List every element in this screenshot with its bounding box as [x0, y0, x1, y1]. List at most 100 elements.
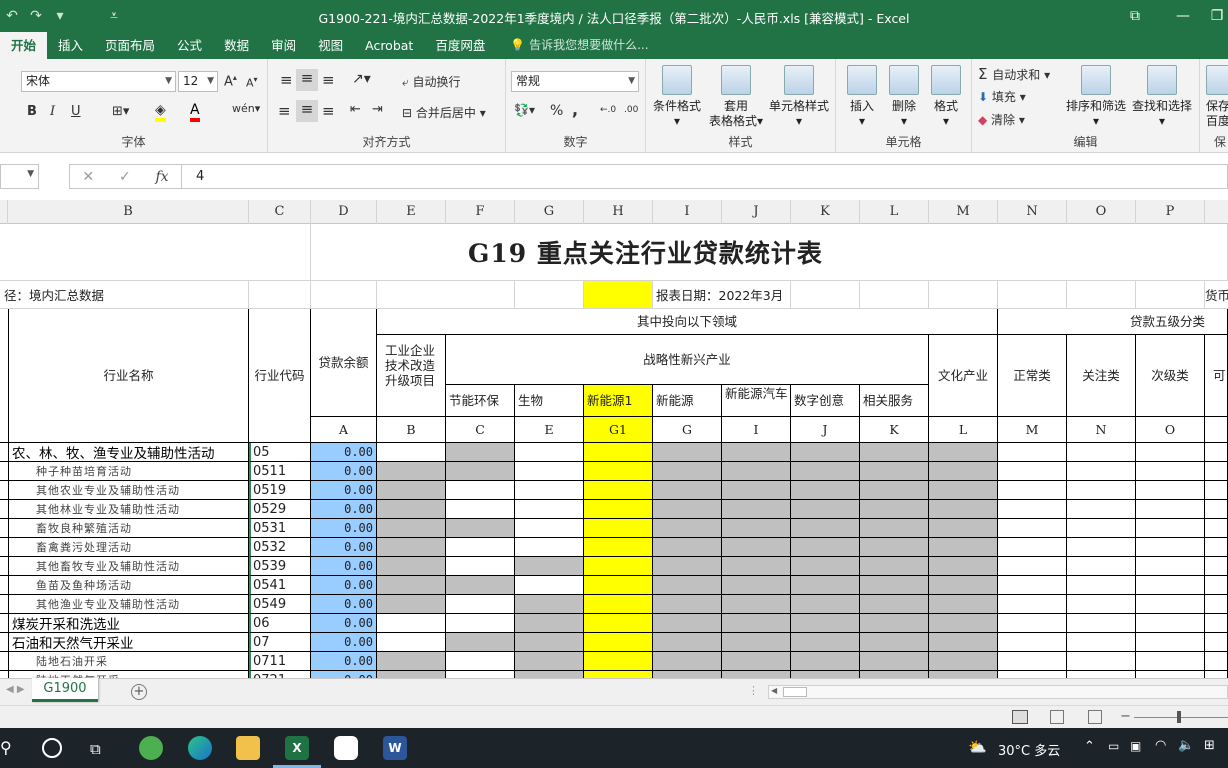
data-cell-e[interactable] — [377, 500, 446, 519]
cell-scope-ef[interactable] — [377, 281, 515, 309]
data-cell-n[interactable] — [998, 538, 1067, 557]
data-cell-h[interactable] — [584, 500, 653, 519]
industry-name-cell[interactable]: 煤炭开采和洗选业 — [9, 614, 249, 633]
data-cell-e[interactable] — [377, 443, 446, 462]
header-new-energy-vehicle[interactable]: 新能源汽车 — [722, 385, 791, 417]
underline-button[interactable]: U — [71, 104, 81, 119]
column-code-d[interactable]: A — [311, 417, 377, 443]
autosum-button[interactable]: Σ 自动求和 ▾ — [978, 65, 1050, 83]
tab-insert[interactable]: 插入 — [47, 32, 94, 59]
column-code-n[interactable]: M — [998, 417, 1067, 443]
header-new-energy-1[interactable]: 新能源1 — [584, 385, 653, 417]
cell-scope-k[interactable] — [791, 281, 860, 309]
industry-name-cell[interactable]: 石油和天然气开采业 — [9, 633, 249, 652]
data-cell-g[interactable] — [515, 595, 584, 614]
weather-icon[interactable]: ⛅ — [968, 738, 987, 756]
merge-center-button[interactable]: ⊟ 合并后居中 ▾ — [402, 104, 486, 121]
cell-styles-button[interactable]: 单元格样式 ▾ — [766, 65, 832, 129]
cell-scope-n[interactable] — [998, 281, 1067, 309]
data-cell-e[interactable] — [377, 671, 446, 678]
column-code-g[interactable]: E — [515, 417, 584, 443]
col-header-o[interactable]: O — [1067, 200, 1136, 224]
industry-code-cell[interactable]: 0539 — [249, 557, 311, 576]
data-cell-n[interactable] — [998, 576, 1067, 595]
data-cell-p[interactable] — [1136, 443, 1205, 462]
data-cell-f[interactable] — [446, 595, 515, 614]
data-cell-g[interactable] — [515, 576, 584, 595]
data-cell-l[interactable] — [860, 576, 929, 595]
data-cell-o[interactable] — [1067, 557, 1136, 576]
col-header-l[interactable]: L — [860, 200, 929, 224]
column-code-h[interactable]: G1 — [584, 417, 653, 443]
industry-name-cell[interactable]: 陆地天然气开采 — [9, 671, 249, 678]
tab-data[interactable]: 数据 — [213, 32, 260, 59]
cell-scope-p[interactable] — [1136, 281, 1205, 309]
scroll-left-icon[interactable]: ◀ — [771, 686, 777, 695]
data-cell-o[interactable] — [1067, 576, 1136, 595]
formula-input[interactable]: 4 — [181, 164, 1228, 189]
data-cell-f[interactable] — [446, 576, 515, 595]
data-cell-o[interactable] — [1067, 538, 1136, 557]
industry-code-cell[interactable]: 0721 — [249, 671, 311, 678]
data-cell-i[interactable] — [653, 671, 722, 678]
data-cell-j[interactable] — [722, 538, 791, 557]
data-cell-k[interactable] — [791, 652, 860, 671]
data-cell-i[interactable] — [653, 576, 722, 595]
data-cell-p[interactable] — [1136, 519, 1205, 538]
data-cell-k[interactable] — [791, 633, 860, 652]
data-cell-i[interactable] — [653, 652, 722, 671]
align-bottom-icon[interactable]: ≡ — [322, 71, 335, 89]
header-energy-saving[interactable]: 节能环保 — [446, 385, 515, 417]
decrease-font-icon[interactable]: A▾ — [246, 75, 258, 90]
data-cell-k[interactable] — [791, 500, 860, 519]
data-cell-e[interactable] — [377, 576, 446, 595]
header-normal[interactable]: 正常类 — [998, 335, 1067, 417]
data-cell-g[interactable] — [515, 633, 584, 652]
data-cell-q[interactable] — [1205, 614, 1228, 633]
data-cell-g[interactable] — [515, 557, 584, 576]
data-cell-j[interactable] — [722, 557, 791, 576]
edge-icon[interactable] — [188, 736, 212, 760]
header-industrial-upgrade[interactable]: 工业企业技术改造升级项目 — [377, 335, 446, 417]
cell-row-a[interactable] — [0, 500, 9, 519]
data-cell-i[interactable] — [653, 538, 722, 557]
header-biology[interactable]: 生物 — [515, 385, 584, 417]
data-cell-h[interactable] — [584, 519, 653, 538]
name-box[interactable]: ▼ — [0, 164, 39, 189]
cell-scope-m[interactable] — [929, 281, 998, 309]
loan-balance-cell[interactable]: 0.00 — [311, 519, 377, 538]
header-strategic-industry[interactable]: 战略性新兴产业 — [446, 335, 929, 385]
data-cell-i[interactable] — [653, 481, 722, 500]
tell-me-search[interactable]: 💡 告诉我您想要做什么... — [496, 32, 648, 59]
spreadsheet-grid[interactable]: B C D E F G H I J K L M N O P G19 重点关注行业… — [0, 200, 1228, 678]
data-cell-l[interactable] — [860, 538, 929, 557]
report-date[interactable]: 报表日期：2022年3月 — [653, 281, 791, 309]
data-cell-q[interactable] — [1205, 557, 1228, 576]
header-new-energy[interactable]: 新能源 — [653, 385, 722, 417]
cell-row-a[interactable] — [0, 519, 9, 538]
loan-balance-cell[interactable]: 0.00 — [311, 576, 377, 595]
data-cell-h[interactable] — [584, 576, 653, 595]
data-cell-m[interactable] — [929, 614, 998, 633]
report-scope[interactable]: 径：境内汇总数据 — [0, 281, 249, 309]
industry-code-cell[interactable]: 0511 — [249, 462, 311, 481]
industry-code-cell[interactable]: 0711 — [249, 652, 311, 671]
cell-scope-c[interactable] — [249, 281, 311, 309]
data-cell-q[interactable] — [1205, 519, 1228, 538]
data-cell-n[interactable] — [998, 652, 1067, 671]
industry-code-cell[interactable]: 05 — [249, 443, 311, 462]
data-cell-n[interactable] — [998, 614, 1067, 633]
cell-row-a[interactable] — [0, 652, 9, 671]
normal-view-icon[interactable] — [1012, 710, 1028, 724]
insert-cells-button[interactable]: 插入 ▾ — [842, 65, 882, 129]
excel-taskbar-icon[interactable]: X — [285, 736, 309, 760]
data-cell-l[interactable] — [860, 671, 929, 678]
data-cell-g[interactable] — [515, 443, 584, 462]
increase-decimal-icon[interactable]: ←.0 — [600, 105, 616, 115]
data-cell-n[interactable] — [998, 481, 1067, 500]
data-cell-m[interactable] — [929, 481, 998, 500]
data-cell-n[interactable] — [998, 671, 1067, 678]
data-cell-h[interactable] — [584, 614, 653, 633]
data-cell-q[interactable] — [1205, 500, 1228, 519]
data-cell-j[interactable] — [722, 500, 791, 519]
